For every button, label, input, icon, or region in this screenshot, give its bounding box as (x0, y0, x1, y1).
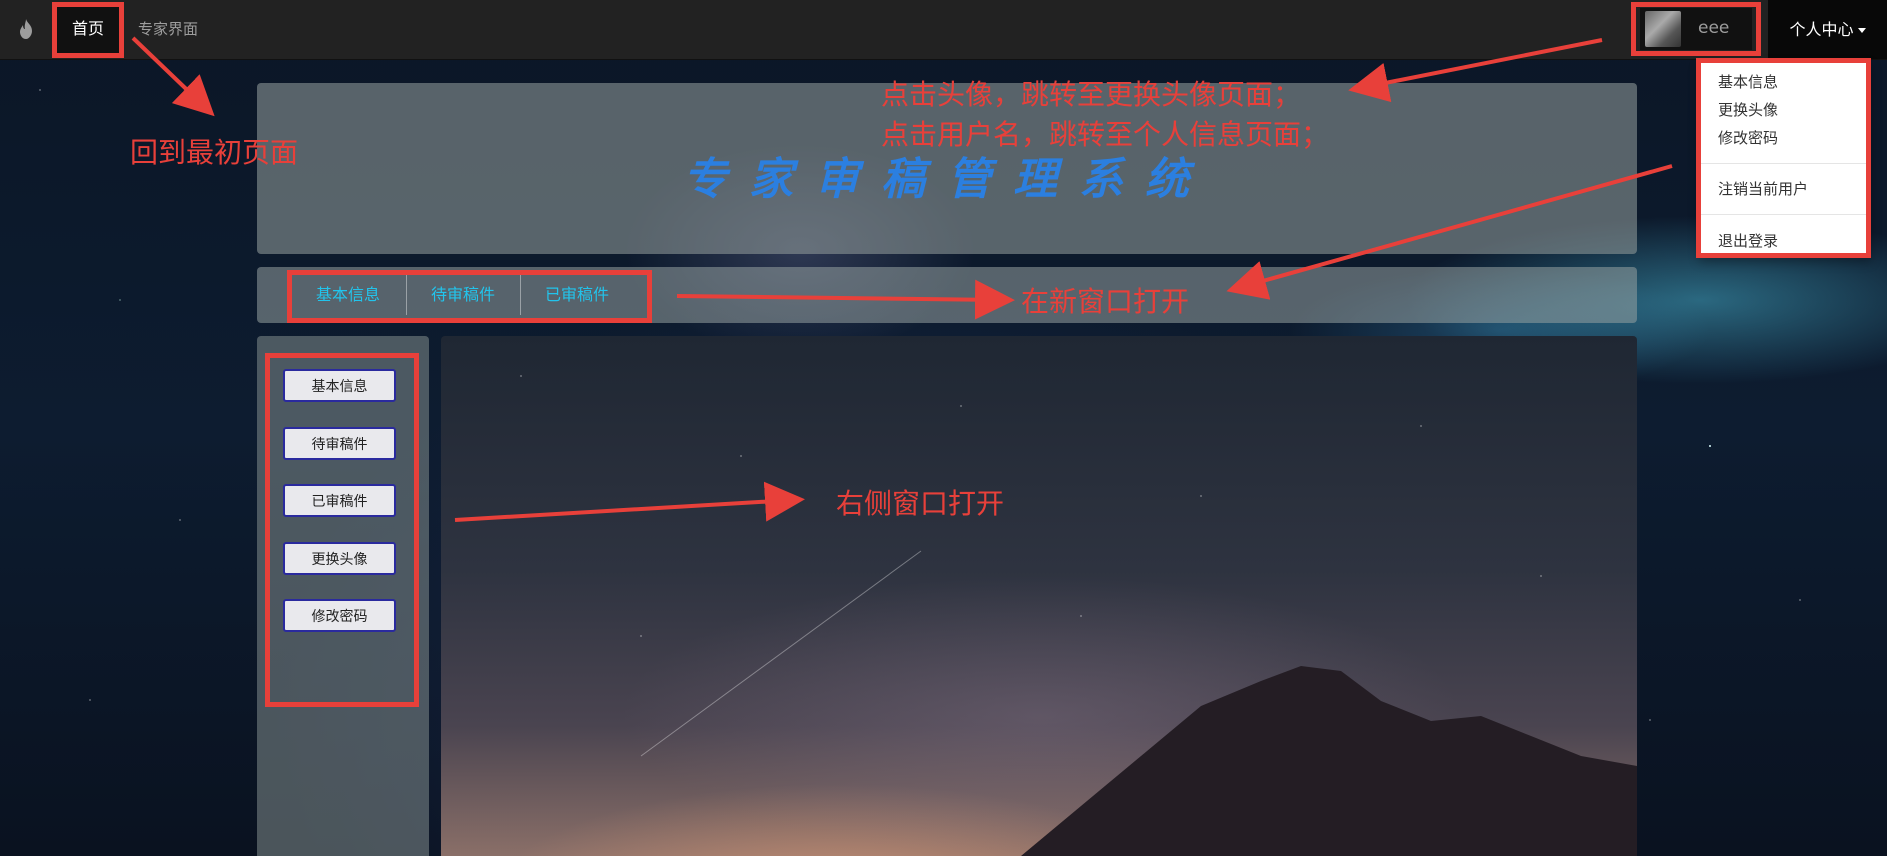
annotation-right-window: 右侧窗口打开 (836, 487, 1005, 520)
personal-center-label: 个人中心 (1789, 20, 1854, 39)
annotation-home: 回到最初页面 (130, 136, 299, 169)
content-frame (441, 336, 1637, 856)
annotation-box-user (1631, 2, 1761, 56)
flame-icon[interactable] (14, 17, 38, 41)
personal-center-dropdown-toggle[interactable]: 个人中心 (1768, 0, 1887, 59)
top-navbar: 首页 专家界面 eee 个人中心 (0, 0, 1887, 60)
annotation-box-dropdown (1696, 58, 1871, 258)
annotation-avatar-line2: 点击用户名，跳转至个人信息页面； (881, 118, 1330, 151)
annotation-avatar-line1: 点击头像，跳转至更换头像页面； (881, 78, 1302, 111)
nav-expert-link[interactable]: 专家界面 (138, 18, 198, 39)
annotation-box-tabs (287, 270, 652, 323)
mountain-silhouette (640, 550, 1637, 856)
annotation-new-window: 在新窗口打开 (1021, 285, 1190, 318)
annotation-box-sidebar (265, 353, 419, 707)
caret-down-icon (1857, 28, 1866, 33)
annotation-box-home (52, 2, 124, 58)
